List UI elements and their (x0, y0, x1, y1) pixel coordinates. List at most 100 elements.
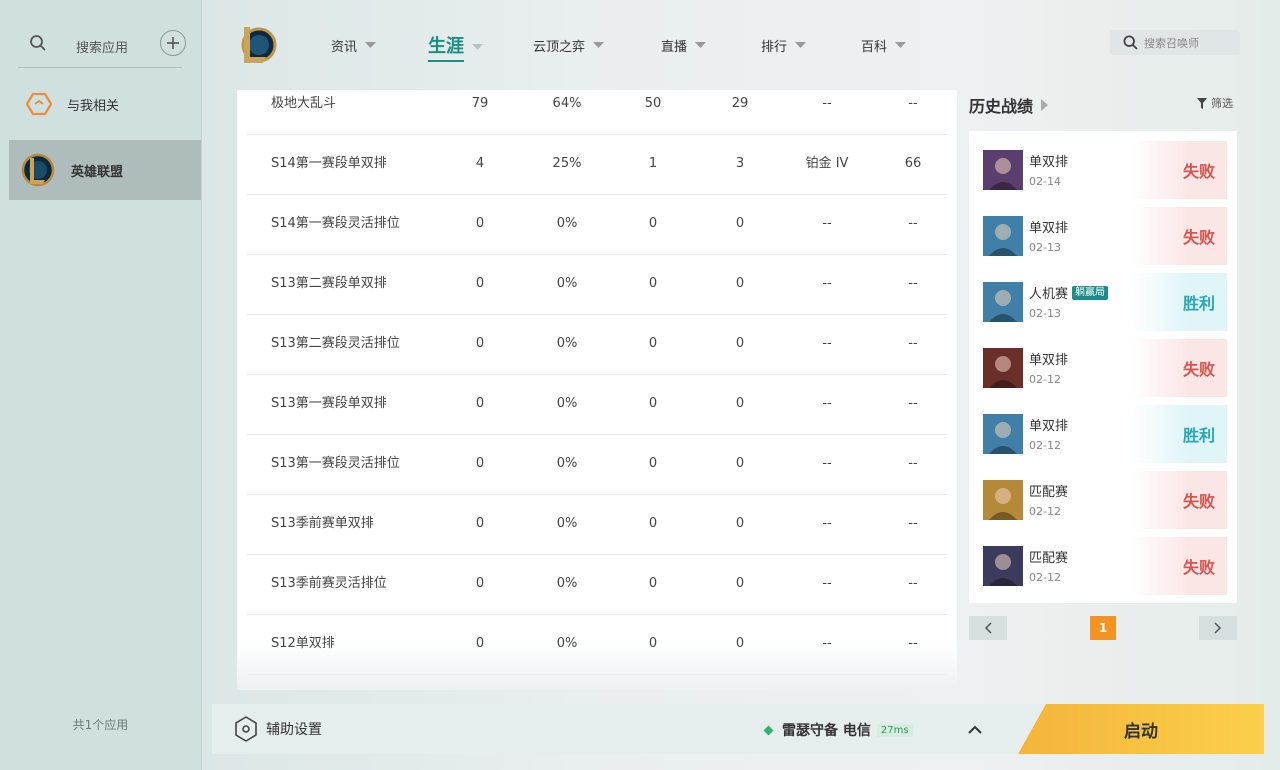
match-item[interactable]: 人机赛 躺赢局 02-13 胜利 (983, 267, 1227, 331)
stat-cell: -- (908, 516, 918, 531)
next-page-button[interactable] (1199, 616, 1237, 640)
queue-name-cell: S13季前赛灵活排位 (271, 576, 387, 591)
lol-logo-icon (21, 153, 55, 187)
stat-cell: 50 (644, 96, 662, 111)
match-mode: 匹配赛 (1029, 547, 1068, 566)
stat-cell: 铂金 IV (805, 156, 849, 171)
filter-button[interactable]: 筛选 (1197, 95, 1233, 111)
nav-item-career[interactable]: 生涯 (428, 32, 483, 62)
queue-name-cell: S13季前赛单双排 (271, 516, 374, 531)
stat-cell: -- (822, 456, 832, 471)
related-icon (25, 90, 53, 118)
assist-settings-button[interactable]: 辅助设置 (234, 716, 322, 742)
server-name: 雷瑟守备 电信 (782, 723, 871, 739)
match-mode-label: 单双排 (1029, 221, 1069, 236)
nav-item-tft[interactable]: 云顶之弈 (533, 36, 605, 55)
stat-cell: -- (822, 276, 832, 291)
stat-cell: 0 (648, 336, 658, 351)
table-row: S13第一赛段灵活排位 0 0% 0 0 -- -- (247, 434, 947, 495)
assist-settings-label: 辅助设置 (266, 722, 322, 738)
bottom-bar: 辅助设置 雷瑟守备 电信 27ms 启动 (212, 704, 1264, 754)
match-history-header[interactable]: 历史战绩 (969, 93, 1049, 117)
chevron-right-icon (1214, 622, 1222, 634)
match-mode-label: 匹配赛 (1029, 551, 1069, 566)
match-mode: 人机赛 躺赢局 (1029, 283, 1109, 302)
nav-item-live[interactable]: 直播 (661, 36, 707, 55)
stat-cell: -- (908, 336, 918, 351)
prev-page-button[interactable] (969, 616, 1007, 640)
stat-cell: 0% (556, 276, 578, 291)
nav-item-news[interactable]: 资讯 (331, 36, 377, 55)
match-date: 02-12 (1029, 505, 1061, 518)
expand-button[interactable] (968, 720, 982, 739)
match-item[interactable]: 单双排 02-12 失败 (983, 333, 1227, 397)
match-tag-badge: 躺赢局 (1072, 285, 1109, 300)
chevron-up-icon (968, 725, 982, 734)
table-row: S12单双排 0 0% 0 0 -- -- (247, 614, 947, 675)
app-search[interactable]: 搜索应用 (0, 20, 201, 68)
queue-name-cell: S13第一赛段灵活排位 (271, 456, 400, 471)
server-selector[interactable]: 雷瑟守备 电信 27ms (763, 720, 913, 740)
stat-cell: 0 (475, 336, 485, 351)
stat-cell: 0 (735, 516, 745, 531)
match-item[interactable]: 单双排 02-14 失败 (983, 135, 1227, 199)
match-item[interactable]: 单双排 02-13 失败 (983, 201, 1227, 265)
queue-name-cell: S14第一赛段灵活排位 (271, 216, 400, 231)
match-item[interactable]: 单双排 02-12 胜利 (983, 399, 1227, 463)
summoner-search-input[interactable]: 搜索召唤师 (1110, 30, 1240, 55)
stat-cell: 0 (475, 456, 485, 471)
match-mode: 单双排 (1029, 349, 1068, 368)
sidebar-item-label: 与我相关 (67, 98, 120, 114)
queue-name-cell: S13第二赛段灵活排位 (271, 336, 400, 351)
nav-label: 云顶之弈 (533, 40, 586, 55)
stat-cell: 0% (556, 576, 578, 591)
filter-label: 筛选 (1211, 97, 1233, 110)
filter-icon (1197, 97, 1207, 109)
stat-cell: 64% (552, 96, 582, 111)
launch-button[interactable]: 启动 (1018, 704, 1264, 754)
nav-item-ranking[interactable]: 排行 (761, 36, 807, 55)
stat-cell: 0 (735, 336, 745, 351)
sidebar-item-related[interactable]: 与我相关 (9, 74, 201, 134)
stat-cell: 0 (475, 576, 485, 591)
match-mode: 单双排 (1029, 151, 1068, 170)
sidebar-item-lol[interactable]: 英雄联盟 (9, 140, 201, 200)
stat-cell: -- (908, 276, 918, 291)
stat-cell: 0 (648, 456, 658, 471)
stat-cell: -- (908, 576, 918, 591)
stat-cell: 0 (475, 516, 485, 531)
stat-cell: 3 (735, 156, 745, 171)
jinx-portrait (983, 216, 1023, 256)
stat-cell: 0 (475, 396, 485, 411)
stat-cell: 0 (648, 396, 658, 411)
stat-cell: 0% (556, 456, 578, 471)
table-row: S13第二赛段灵活排位 0 0% 0 0 -- -- (247, 314, 947, 375)
table-row: S13第一赛段单双排 0 0% 0 0 -- -- (247, 374, 947, 435)
queue-name-cell: S12单双排 (271, 636, 335, 651)
match-date: 02-13 (1029, 307, 1061, 320)
match-item[interactable]: 匹配赛 02-12 失败 (983, 531, 1227, 595)
page-number-button[interactable]: 1 (1090, 616, 1116, 640)
add-app-button[interactable] (160, 30, 186, 56)
stat-cell: -- (822, 576, 832, 591)
chevron-left-icon (984, 622, 992, 634)
match-item[interactable]: 匹配赛 02-12 失败 (983, 465, 1227, 529)
stat-cell: 0% (556, 636, 578, 651)
stat-cell: -- (822, 516, 832, 531)
lol-logo[interactable] (238, 24, 278, 70)
match-mode-label: 单双排 (1029, 419, 1069, 434)
match-mode-label: 人机赛 (1029, 287, 1069, 302)
stat-cell: 0 (735, 576, 745, 591)
sidebar: 搜索应用 与我相关 英雄联盟 共1个应用 (0, 0, 202, 770)
ping-badge: 27ms (876, 723, 913, 737)
stat-cell: 0 (648, 276, 658, 291)
match-mode: 单双排 (1029, 415, 1068, 434)
stat-cell: 0% (556, 216, 578, 231)
nav-item-wiki[interactable]: 百科 (861, 36, 907, 55)
nav-label: 资讯 (331, 40, 358, 55)
stat-cell: 25% (552, 156, 582, 171)
sidebar-item-label: 英雄联盟 (71, 164, 124, 180)
stat-cell: 1 (648, 156, 658, 171)
match-result: 胜利 (1131, 405, 1227, 463)
match-date: 02-12 (1029, 571, 1061, 584)
